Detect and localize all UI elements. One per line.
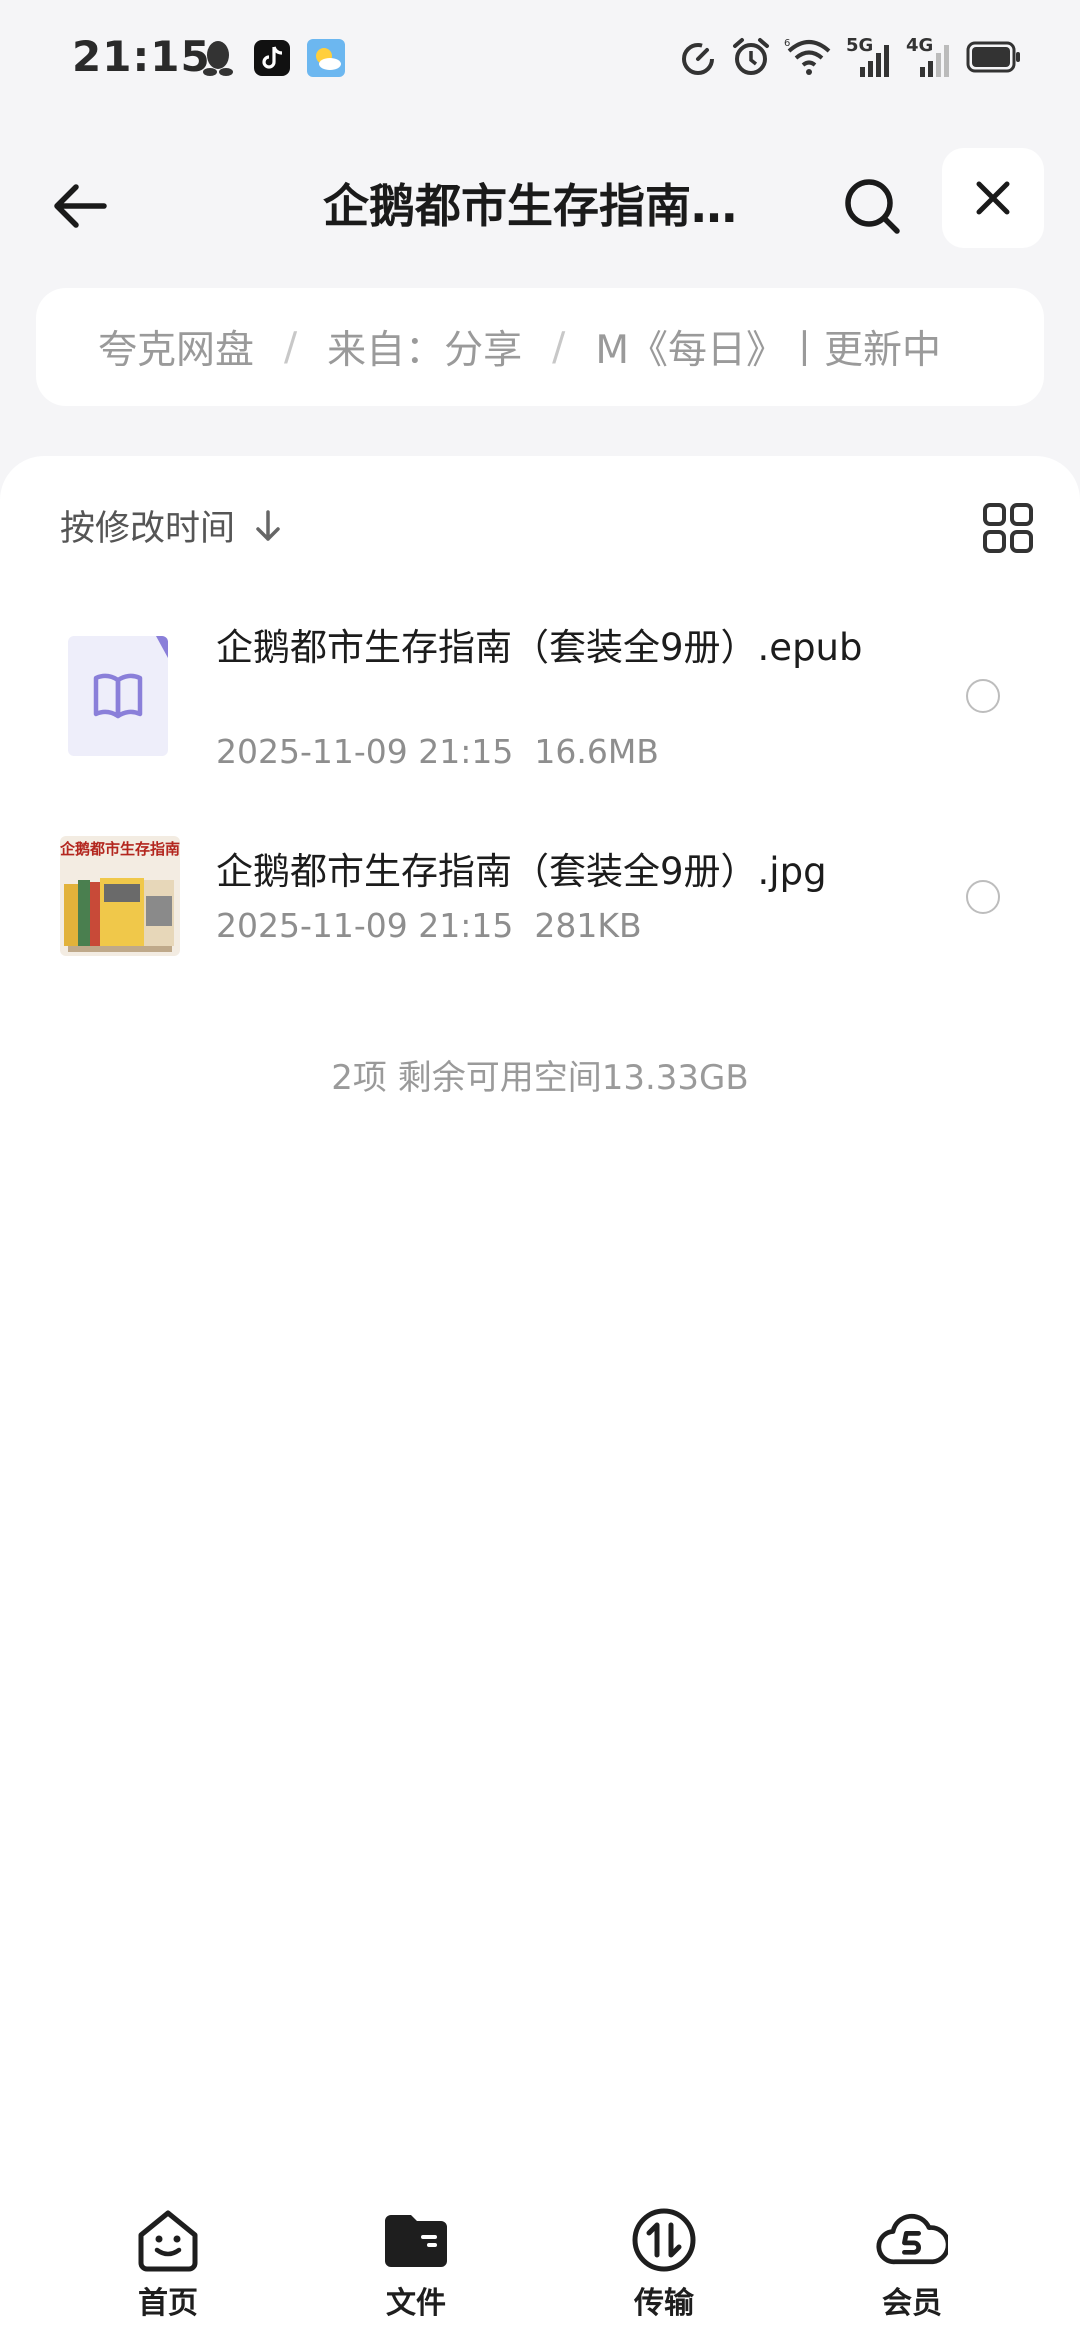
sort-label: 按修改时间: [60, 509, 236, 549]
nav-home-label: 首页: [138, 2286, 198, 2321]
tiktok-icon: [252, 38, 292, 78]
file-row[interactable]: 企鹅都市生存指南 企鹅都市生存指南（套装全9册）.jpg 2025-11-09 …: [0, 836, 1080, 966]
nav-files-label: 文件: [386, 2286, 446, 2321]
file-meta: 2025-11-09 21:15 281KB: [216, 906, 642, 945]
file-list-panel: 按修改时间 企鹅都市生存指南（套装全9册）.epub 2025-11-09 21…: [0, 456, 1080, 2340]
page-title: 企鹅都市生存指南…: [323, 179, 737, 233]
nav-transfer[interactable]: 传输: [594, 2204, 734, 2322]
status-time: 21:15: [72, 32, 211, 81]
folder-icon: [380, 2204, 452, 2276]
book-cover-image: 企鹅都市生存指南: [60, 836, 180, 956]
breadcrumb-separator: /: [552, 324, 566, 370]
storage-summary: 2项 剩余可用空间13.33GB: [331, 1058, 749, 1098]
4g-signal-icon: 4G: [906, 35, 954, 79]
wifi-icon: 6: [784, 37, 834, 81]
transfer-icon: [628, 2204, 700, 2276]
breadcrumb-item-share[interactable]: 来自：分享: [327, 319, 522, 375]
breadcrumb-item-folder[interactable]: M《每日》丨更新中: [595, 319, 941, 375]
arrow-down-icon: [256, 509, 280, 541]
close-button[interactable]: [942, 148, 1044, 248]
nav-transfer-label: 传输: [634, 2286, 694, 2321]
file-size: 281KB: [534, 906, 642, 945]
weather-icon: [306, 38, 346, 78]
file-meta: 2025-11-09 21:15 16.6MB: [216, 732, 659, 771]
file-date: 2025-11-09 21:15: [216, 906, 514, 945]
grid-view-button[interactable]: [978, 498, 1038, 558]
cover-title: 企鹅都市生存指南: [60, 840, 181, 858]
arrow-left-icon: [54, 184, 107, 228]
bottom-nav: 首页 文件 传输 会员: [0, 2190, 1080, 2340]
qq-icon: [198, 38, 238, 78]
nav-home[interactable]: 首页: [98, 2204, 238, 2322]
status-bar: 21:15 6 5G 4G: [0, 0, 1080, 120]
5g-signal-icon: 5G: [846, 35, 894, 79]
breadcrumb-separator: /: [284, 324, 298, 370]
breadcrumb: 夸克网盘 / 来自：分享 / M《每日》丨更新中: [36, 288, 1044, 406]
search-icon: [845, 179, 900, 234]
file-name: 企鹅都市生存指南（套装全9册）.jpg: [216, 850, 827, 893]
search-button[interactable]: [830, 164, 914, 248]
close-icon: [976, 181, 1010, 215]
nav-vip-label: 会员: [882, 2286, 942, 2321]
svg-text:6: 6: [784, 38, 790, 49]
sort-button[interactable]: 按修改时间: [60, 500, 283, 551]
nav-files[interactable]: 文件: [346, 2204, 486, 2322]
file-size: 16.6MB: [534, 732, 659, 771]
select-radio[interactable]: [966, 679, 1000, 713]
vip-cloud-icon: [876, 2204, 948, 2276]
nav-vip[interactable]: 会员: [842, 2204, 982, 2322]
select-radio[interactable]: [966, 880, 1000, 914]
grid-icon: [983, 503, 1033, 553]
file-name: 企鹅都市生存指南（套装全9册）.epub: [216, 626, 863, 669]
back-button[interactable]: [42, 168, 118, 244]
status-right-icons: 6 5G 4G: [678, 35, 1022, 82]
home-smile-icon: [132, 2204, 204, 2276]
breadcrumb-item-root[interactable]: 夸克网盘: [98, 319, 254, 375]
book-icon: [68, 636, 168, 756]
battery-icon: [966, 41, 1022, 77]
alarm-icon: [730, 36, 772, 82]
header-bar: 企鹅都市生存指南…: [0, 140, 1080, 260]
status-left-icons: [198, 38, 346, 78]
speed-icon: [678, 37, 718, 81]
file-date: 2025-11-09 21:15: [216, 732, 514, 771]
file-row[interactable]: 企鹅都市生存指南（套装全9册）.epub 2025-11-09 21:15 16…: [0, 626, 1080, 771]
